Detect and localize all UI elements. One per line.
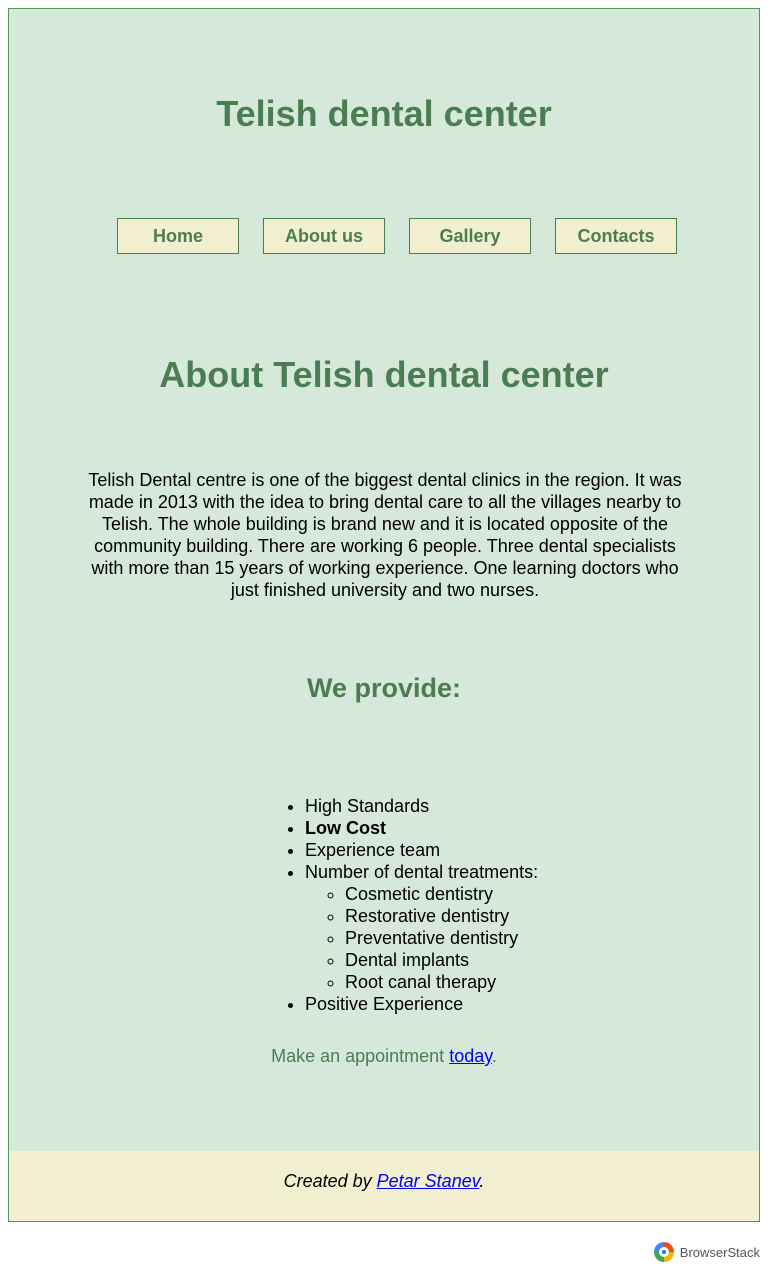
treatment-item: Restorative dentistry: [345, 905, 538, 927]
browserstack-logo-icon: [653, 1242, 674, 1262]
site-title: Telish dental center: [216, 93, 552, 134]
provide-title: We provide:: [306, 673, 462, 703]
nav-about-button[interactable]: About us: [263, 218, 385, 254]
about-title: About Telish dental center: [159, 354, 609, 395]
list-item-bold: Low Cost: [305, 818, 386, 838]
main-nav: Home About us Gallery Contacts: [9, 218, 759, 254]
treatments-label: Number of dental treatments:: [305, 862, 539, 882]
appointment-suffix: .: [491, 1046, 497, 1066]
browserstack-badge[interactable]: BrowserStack: [653, 1241, 760, 1263]
about-text: Telish Dental centre is one of the bigge…: [88, 470, 682, 600]
treatment-item: Cosmetic dentistry: [345, 883, 538, 905]
list-item: Number of dental treatments: Cosmetic de…: [305, 861, 538, 993]
treatment-item: Dental implants: [345, 949, 538, 971]
appointment-text: Make an appointment today.: [9, 1045, 759, 1067]
nav-gallery-button[interactable]: Gallery: [409, 218, 531, 254]
list-item: Low Cost: [305, 817, 538, 839]
footer-prefix: Created by: [283, 1171, 377, 1191]
list-item: High Standards: [305, 795, 538, 817]
footer-suffix: .: [479, 1171, 485, 1191]
treatments-list: Cosmetic dentistry Restorative dentistry…: [305, 883, 538, 993]
treatment-item: Preventative dentistry: [345, 927, 538, 949]
list-item: Experience team: [305, 839, 538, 861]
treatment-item: Root canal therapy: [345, 971, 538, 993]
nav-home-button[interactable]: Home: [117, 218, 239, 254]
footer: Created by Petar Stanev.: [9, 1151, 759, 1221]
nav-contacts-button[interactable]: Contacts: [555, 218, 677, 254]
appointment-prefix: Make an appointment: [271, 1046, 450, 1066]
list-item: Positive Experience: [305, 993, 538, 1015]
page-container: Telish dental center Home About us Galle…: [8, 8, 760, 1222]
author-link[interactable]: Petar Stanev: [377, 1171, 480, 1191]
appointment-link[interactable]: today: [449, 1046, 492, 1066]
footer-text: Created by Petar Stanev.: [9, 1170, 759, 1192]
browserstack-label: BrowserStack: [679, 1244, 760, 1260]
services-list: High Standards Low Cost Experience team …: [265, 795, 538, 1015]
